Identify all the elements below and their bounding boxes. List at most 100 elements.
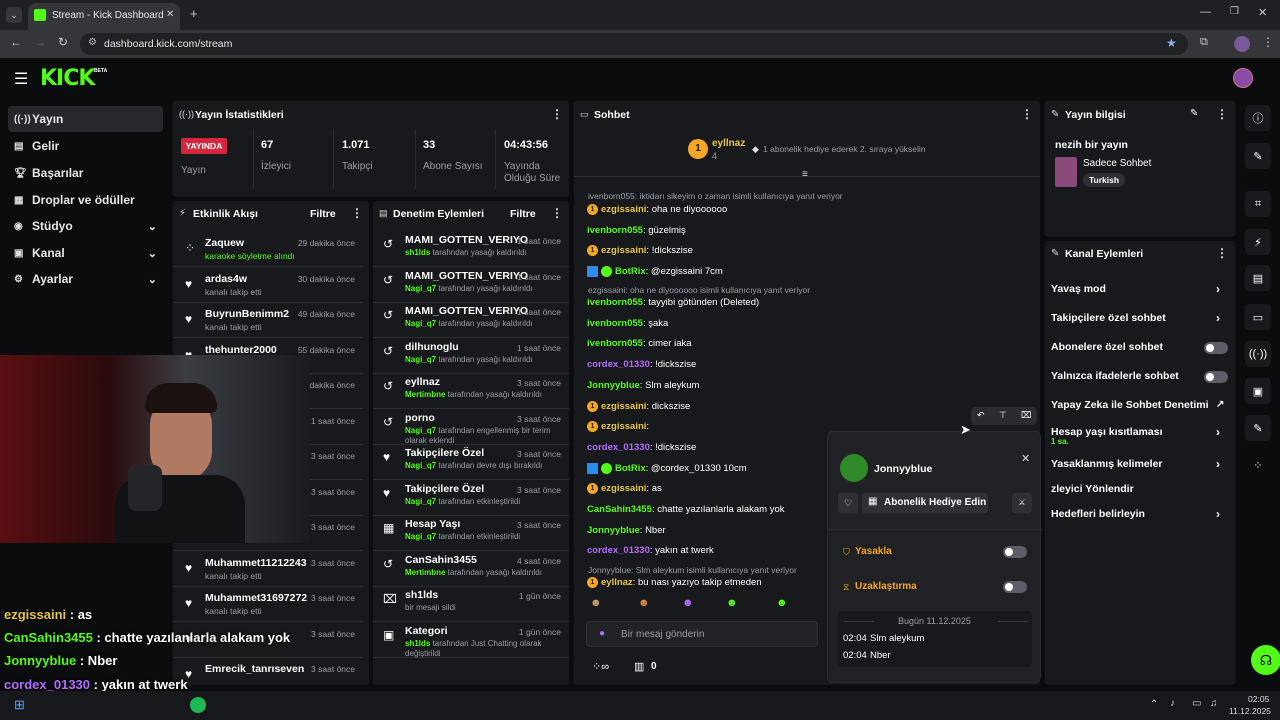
expand-icon[interactable]: ≡ — [802, 169, 808, 180]
screen-capture-icon[interactable]: ⌗ — [1245, 191, 1271, 217]
channel-action-6[interactable]: Yasaklanmış kelimeler — [1051, 458, 1163, 470]
pencil-icon[interactable]: ✎ — [1245, 143, 1271, 169]
browser-menu-icon[interactable]: ⋮ — [1262, 35, 1274, 49]
sidebar-item-basarilar[interactable]: 🏆︎ Başarılar — [8, 160, 163, 186]
emote-2-icon[interactable]: ☻ — [638, 597, 650, 609]
chat-username[interactable]: ezgissaini — [601, 401, 646, 412]
chat-username[interactable]: BotRix — [615, 266, 646, 277]
timeout-toggle[interactable] — [1003, 581, 1027, 593]
url-field[interactable]: ⚙ dashboard.kick.com/stream ★ — [80, 33, 1188, 55]
chat-username[interactable]: ezgissaini — [601, 204, 646, 215]
chat-username[interactable]: ivenborn055 — [587, 297, 643, 308]
mod-target[interactable]: MAMI_GOTTEN_VERIYO — [405, 270, 528, 282]
chat-username[interactable]: cordex_01330 — [587, 545, 650, 556]
mod-target[interactable]: MAMI_GOTTEN_VERIYO — [405, 234, 528, 246]
chat-username[interactable]: ivenborn055 — [587, 318, 643, 329]
gift-sub-button[interactable]: ▦ Abonelik Hediye Edin — [862, 493, 988, 513]
chat-username[interactable]: eyllnaz — [601, 577, 633, 588]
pinned-user[interactable]: eyllnaz — [712, 138, 745, 149]
activity-menu-icon[interactable]: ⋮ — [351, 206, 363, 220]
chevron-right-icon[interactable]: › — [1216, 282, 1220, 296]
layout-icon[interactable]: ▣ — [1245, 378, 1271, 404]
event-user[interactable]: thehunter2000 — [205, 344, 277, 356]
mod-actor[interactable]: Nagi_q7 — [405, 319, 436, 328]
pin-icon[interactable]: ⊤ — [999, 410, 1007, 421]
mod-actor[interactable]: Mertimbne — [405, 390, 445, 399]
back-icon[interactable]: ← — [10, 35, 22, 49]
mod-icon[interactable]: ⚔ — [1012, 493, 1032, 513]
volume-icon[interactable]: ♫ — [1210, 698, 1218, 709]
start-icon[interactable]: ⊞ — [14, 697, 25, 713]
browser-tab[interactable]: Stream - Kick Dashboard ✕ — [28, 3, 180, 30]
chevron-right-icon[interactable]: › — [1216, 425, 1220, 439]
event-user[interactable]: ardas4w — [205, 273, 247, 285]
mod-actor[interactable]: Nagi_q7 — [405, 355, 436, 364]
mod-target[interactable]: CanSahin3455 — [405, 554, 477, 566]
profile-avatar[interactable] — [1234, 36, 1250, 52]
mod-actor[interactable]: Nagi_q7 — [405, 497, 436, 506]
delete-icon[interactable]: ⌧ — [1021, 410, 1031, 421]
sidebar-item-gelir[interactable]: ▤ Gelir — [8, 133, 163, 159]
mic-tray-icon[interactable]: ♪ — [1170, 698, 1175, 709]
stream-info-menu-icon[interactable]: ⋮ — [1216, 107, 1228, 121]
mod-target[interactable]: Hesap Yaşı — [405, 518, 460, 530]
chevron-right-icon[interactable]: › — [1216, 507, 1220, 521]
broadcast-icon[interactable]: ((·)) — [1245, 341, 1271, 367]
emote-3-icon[interactable]: ☻ — [682, 597, 694, 609]
stream-tag[interactable]: Turkish — [1083, 173, 1126, 187]
mod-target[interactable]: Takipçilere Özel — [405, 447, 484, 459]
wrench-icon[interactable]: ✎ — [1245, 415, 1271, 441]
chevron-right-icon[interactable]: › — [1216, 311, 1220, 325]
hamburger-menu-icon[interactable]: ☰ — [14, 69, 28, 89]
chat-username[interactable]: BotRix — [615, 463, 646, 474]
sidebar-item-ayarlar[interactable]: ⚙ Ayarlar ⌄ — [8, 266, 163, 292]
new-tab-icon[interactable]: + — [190, 6, 198, 21]
chat-input[interactable]: ● Bir mesaj gönderin — [586, 621, 818, 647]
mod-actor[interactable]: Nagi_q7 — [405, 461, 436, 470]
chat-username[interactable]: ivenborn055 — [587, 225, 643, 236]
activity-filter-button[interactable]: Filtre — [310, 208, 336, 220]
site-info-icon[interactable]: ⚙ — [88, 37, 97, 48]
user-avatar[interactable] — [1233, 68, 1253, 88]
network-icon[interactable]: ▭ — [1192, 698, 1201, 709]
channel-action-0[interactable]: Yavaş mod — [1051, 283, 1106, 295]
reply-icon[interactable]: ↶ — [977, 410, 985, 421]
settings-icon[interactable]: ⁘∞ — [592, 660, 609, 673]
category-name[interactable]: Sadece Sohbet — [1083, 158, 1151, 169]
event-user[interactable]: Muhammet31697272 — [205, 592, 307, 604]
apps-icon[interactable]: ⁘ — [1245, 452, 1271, 478]
tray-arrow-icon[interactable]: ⌃ — [1150, 699, 1158, 710]
event-user[interactable]: Emrecik_tanrıseven — [205, 663, 304, 675]
mod-target[interactable]: MAMI_GOTTEN_VERIYO — [405, 305, 528, 317]
external-link-icon[interactable]: ↗ — [1216, 399, 1224, 410]
emote-1-icon[interactable]: ☻ — [590, 597, 602, 609]
chat-username[interactable]: cordex_01330 — [587, 359, 650, 370]
channel-action-8[interactable]: Hedefleri belirleyin — [1051, 508, 1145, 520]
spotify-icon[interactable] — [190, 697, 206, 713]
mod-actor[interactable]: sh1lds — [405, 639, 430, 648]
chat-bubble-icon[interactable]: ▭ — [1245, 304, 1271, 330]
close-window-icon[interactable]: ✕ — [1258, 6, 1267, 19]
bookmark-star-icon[interactable]: ★ — [1166, 36, 1177, 50]
mod-target[interactable]: porno — [405, 412, 435, 424]
sidebar-item-yayin[interactable]: ((·)) Yayın — [8, 106, 163, 132]
ban-toggle[interactable] — [1003, 546, 1027, 558]
kicks-icon[interactable]: ▥ — [634, 660, 644, 673]
channel-action-3[interactable]: Yalnızca ifadelerle sohbet — [1051, 370, 1179, 382]
mod-actor[interactable]: Nagi_q7 — [405, 284, 436, 293]
reload-icon[interactable]: ↻ — [58, 35, 68, 49]
close-icon[interactable]: ✕ — [1021, 452, 1030, 465]
chat-username[interactable]: ezgissaini — [601, 421, 646, 432]
info-icon[interactable]: ⓘ — [1245, 105, 1271, 131]
sidebar-item-studyo[interactable]: ◉ Stüdyo ⌄ — [8, 213, 163, 239]
channel-action-1[interactable]: Takipçilere özel sohbet — [1051, 312, 1166, 324]
close-tab-icon[interactable]: ✕ — [166, 9, 174, 20]
modlog-filter-button[interactable]: Filtre — [510, 208, 536, 220]
restore-icon[interactable]: ❐ — [1230, 6, 1239, 17]
mod-target[interactable]: sh1lds — [405, 589, 438, 601]
chat-username[interactable]: ezgissaini — [601, 245, 646, 256]
mod-actor[interactable]: Mertimbne — [405, 568, 445, 577]
chat-username[interactable]: cordex_01330 — [587, 442, 650, 453]
mod-actor[interactable]: sh1lds — [405, 248, 430, 257]
toggle-switch[interactable] — [1204, 371, 1228, 383]
